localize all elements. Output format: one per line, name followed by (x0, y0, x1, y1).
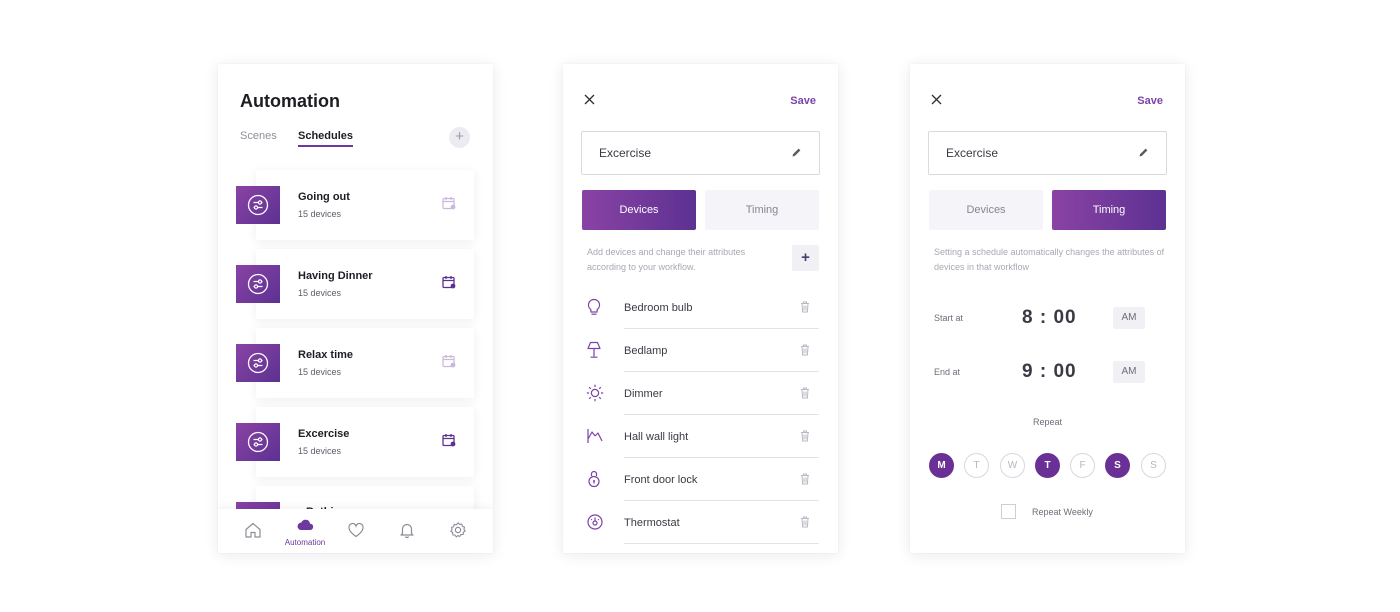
bottom-nav: Automation (218, 509, 493, 553)
page-title: Automation (240, 91, 340, 111)
sliders-icon (236, 423, 280, 461)
schedule-device-count: 15 devices (298, 446, 342, 456)
home-icon (245, 522, 261, 538)
schedule-name: Relax time (298, 349, 354, 361)
schedule-name: Having Dinner (298, 270, 373, 282)
device-row-bedroom-bulb[interactable]: Bedroom bulb (563, 286, 838, 329)
workflow-name-value: Excercise (946, 146, 999, 160)
close-icon[interactable] (584, 94, 595, 105)
nav-automation-label: Automation (284, 538, 326, 547)
schedule-device-count: 15 devices (298, 367, 342, 377)
start-time[interactable]: 8 : 00 (1022, 307, 1077, 329)
calendar-icon[interactable] (442, 354, 456, 368)
device-row-front-door-lock[interactable]: Front door lock (563, 458, 838, 501)
bell-icon (400, 523, 414, 539)
schedule-name: Going out (298, 191, 350, 203)
trash-icon[interactable] (800, 344, 810, 356)
workflow-name-value: Excercise (599, 146, 652, 160)
device-name: Dimmer (624, 388, 663, 400)
schedule-item-excercise[interactable]: Excercise 15 devices (218, 407, 493, 477)
schedule-device-count: 15 devices (298, 209, 342, 219)
nav-favorites[interactable] (331, 509, 381, 553)
divider (624, 543, 819, 544)
start-ampm-toggle[interactable]: AM (1113, 307, 1145, 329)
start-label: Start at (934, 313, 964, 323)
device-row-hall-wall-light[interactable]: Hall wall light (563, 415, 838, 458)
device-name: Bedroom bulb (624, 302, 693, 314)
schedule-device-count: 15 devices (298, 288, 342, 298)
device-name: Thermostat (624, 517, 680, 529)
device-name: Hall wall light (624, 431, 689, 443)
tab-devices[interactable]: Devices (582, 190, 696, 230)
schedule-name: Excercise (298, 428, 350, 440)
sliders-icon (236, 265, 280, 303)
device-name: Front door lock (624, 474, 698, 486)
repeat-weekly-checkbox[interactable] (1001, 504, 1016, 519)
end-label: End at (934, 367, 961, 377)
thermostat-icon (587, 514, 603, 530)
sun-icon (586, 384, 604, 402)
close-icon[interactable] (931, 94, 942, 105)
end-ampm-toggle[interactable]: AM (1113, 361, 1145, 383)
gear-icon (450, 522, 466, 538)
trash-icon[interactable] (800, 301, 810, 313)
device-row-thermostat[interactable]: Thermostat (563, 501, 838, 544)
trash-icon[interactable] (800, 473, 810, 485)
nav-automation[interactable]: Automation (280, 509, 330, 553)
sliders-icon (236, 344, 280, 382)
end-time[interactable]: 9 : 00 (1022, 361, 1077, 383)
schedule-item-going-out[interactable]: Going out 15 devices (218, 170, 493, 240)
add-schedule-button[interactable]: + (449, 127, 470, 148)
tab-timing[interactable]: Timing (1052, 190, 1166, 230)
calendar-icon[interactable] (442, 275, 456, 289)
device-name: Bedlamp (624, 345, 668, 357)
cloud-icon (297, 519, 314, 530)
timing-hint: Setting a schedule automatically changes… (934, 247, 1165, 272)
devices-screen: Save Excercise Devices Timing Add device… (563, 64, 838, 553)
save-button[interactable]: Save (1137, 95, 1163, 107)
add-device-button[interactable]: + (792, 245, 819, 271)
device-row-dimmer[interactable]: Dimmer (563, 372, 838, 415)
trash-icon[interactable] (800, 387, 810, 399)
day-sunday[interactable]: S (1141, 453, 1166, 478)
nav-notifications[interactable] (382, 509, 432, 553)
nav-settings[interactable] (433, 509, 483, 553)
schedule-item-having-dinner[interactable]: Having Dinner 15 devices (218, 249, 493, 319)
lamp-icon (587, 341, 601, 358)
tab-scenes[interactable]: Scenes (240, 130, 277, 142)
workflow-name-field[interactable]: Excercise (928, 131, 1167, 175)
wall-light-icon (587, 429, 603, 443)
day-friday[interactable]: F (1070, 453, 1095, 478)
sliders-icon (236, 186, 280, 224)
day-saturday[interactable]: S (1105, 453, 1130, 478)
device-row-bedlamp[interactable]: Bedlamp (563, 329, 838, 372)
day-monday[interactable]: M (929, 453, 954, 478)
trash-icon[interactable] (800, 516, 810, 528)
pencil-icon[interactable] (791, 147, 802, 158)
lock-icon (588, 470, 600, 488)
bulb-icon (587, 298, 601, 315)
automation-screen: Automation Scenes Schedules + Going out … (218, 64, 493, 553)
tab-timing[interactable]: Timing (705, 190, 819, 230)
repeat-label: Repeat (1032, 417, 1063, 427)
tab-schedules[interactable]: Schedules (298, 130, 354, 147)
repeat-weekly-label: Repeat Weekly (1032, 507, 1093, 517)
calendar-icon[interactable] (442, 433, 456, 447)
timing-screen: Save Excercise Devices Timing Setting a … (910, 64, 1185, 553)
tab-devices[interactable]: Devices (929, 190, 1043, 230)
day-thursday[interactable]: T (1035, 453, 1060, 478)
calendar-icon[interactable] (442, 196, 456, 210)
trash-icon[interactable] (800, 430, 810, 442)
day-tuesday[interactable]: T (964, 453, 989, 478)
pencil-icon[interactable] (1138, 147, 1149, 158)
schedule-item-relax-time[interactable]: Relax time 15 devices (218, 328, 493, 398)
devices-hint: Add devices and change their attributes … (587, 247, 746, 272)
workflow-name-field[interactable]: Excercise (581, 131, 820, 175)
save-button[interactable]: Save (790, 95, 816, 107)
heart-icon (348, 522, 364, 538)
day-wednesday[interactable]: W (1000, 453, 1025, 478)
